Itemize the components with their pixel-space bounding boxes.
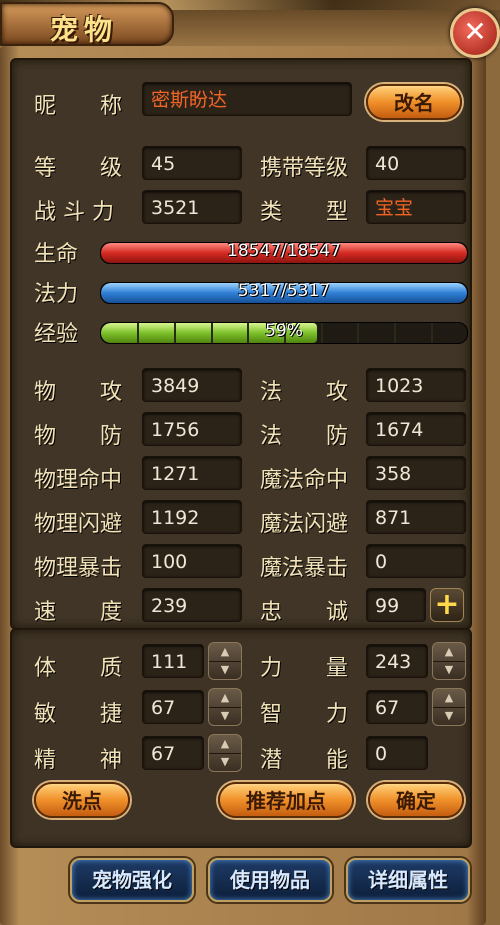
stat-label: 魔法闪避 [260, 512, 349, 537]
carry-level-value: 40 [366, 146, 466, 180]
stat-value: 100 [142, 544, 242, 578]
rename-button[interactable]: 改名 [366, 84, 462, 120]
attr-stepper[interactable]: ▲ ▼ [432, 688, 466, 726]
use-item-button[interactable]: 使用物品 [208, 858, 332, 902]
level-label: 等 级 [34, 156, 123, 181]
stat-value: 0 [366, 544, 466, 578]
mp-bar: 5317/5317 [100, 282, 468, 304]
type-label: 类 型 [260, 200, 349, 225]
loyalty-value: 99 [366, 588, 426, 622]
attr-label: 精 神 [34, 748, 123, 773]
chevron-down-icon[interactable]: ▼ [433, 707, 465, 725]
title-tab: 宠物 [0, 2, 174, 46]
nickname-label: 昵 称 [34, 94, 123, 119]
pet-enhance-button[interactable]: 宠物强化 [70, 858, 194, 902]
chevron-up-icon[interactable]: ▲ [209, 689, 241, 708]
hp-text: 18547/18547 [227, 242, 341, 261]
attr-label: 智 力 [260, 702, 349, 727]
stat-value: 3849 [142, 368, 242, 402]
stat-label: 法 防 [260, 424, 349, 449]
confirm-button[interactable]: 确定 [368, 782, 464, 818]
attr-label: 力 量 [260, 656, 349, 681]
mp-label: 法力 [34, 282, 79, 307]
speed-label: 速 度 [34, 600, 123, 625]
attr-stepper[interactable]: ▲ ▼ [208, 642, 242, 680]
exp-label: 经验 [34, 322, 79, 347]
stat-label: 物理闪避 [34, 512, 123, 537]
exp-text: 59% [265, 322, 303, 341]
stat-label: 物 攻 [34, 380, 123, 405]
stat-value: 1674 [366, 412, 466, 446]
type-value: 宝宝 [366, 190, 466, 224]
stat-label: 物理命中 [34, 468, 123, 493]
power-label: 战 斗 力 [34, 200, 114, 225]
power-value: 3521 [142, 190, 242, 224]
stats-panel: 昵 称 密斯盼达 改名 等 级 45 携带等级 40 战 斗 力 3521 类 … [10, 58, 472, 630]
stat-label: 物 防 [34, 424, 123, 449]
loyalty-label: 忠 诚 [260, 600, 349, 625]
exp-bar: 59% [100, 322, 468, 344]
carry-level-label: 携带等级 [260, 156, 349, 181]
chevron-up-icon[interactable]: ▲ [433, 643, 465, 662]
recommend-points-button[interactable]: 推荐加点 [218, 782, 354, 818]
attr-value: 67 [142, 690, 204, 724]
stat-label: 物理暴击 [34, 556, 123, 581]
reset-points-button[interactable]: 洗点 [34, 782, 130, 818]
attr-stepper[interactable]: ▲ ▼ [208, 734, 242, 772]
attr-value: 111 [142, 644, 204, 678]
add-loyalty-button[interactable]: + [430, 588, 464, 622]
chevron-down-icon[interactable]: ▼ [209, 753, 241, 771]
attr-value: 67 [142, 736, 204, 770]
stat-label: 魔法暴击 [260, 556, 349, 581]
stat-value: 1756 [142, 412, 242, 446]
level-value: 45 [142, 146, 242, 180]
attr-label: 敏 捷 [34, 702, 123, 727]
stat-value: 1271 [142, 456, 242, 490]
chevron-up-icon[interactable]: ▲ [209, 643, 241, 662]
stat-value: 358 [366, 456, 466, 490]
attr-value: 243 [366, 644, 428, 678]
attr-stepper[interactable]: ▲ ▼ [208, 688, 242, 726]
stat-label: 魔法命中 [260, 468, 349, 493]
speed-value: 239 [142, 588, 242, 622]
attribute-panel: 体 质 111 ▲ ▼ 力 量 243 ▲ ▼ 敏 捷 67 ▲ ▼ 智 力 67 ▲… [10, 628, 472, 848]
chevron-down-icon[interactable]: ▼ [433, 661, 465, 679]
attr-stepper[interactable]: ▲ ▼ [432, 642, 466, 680]
stat-value: 1023 [366, 368, 466, 402]
hp-label: 生命 [34, 242, 79, 267]
potential-label: 潜 能 [260, 748, 349, 773]
detail-attributes-button[interactable]: 详细属性 [346, 858, 470, 902]
attr-value: 67 [366, 690, 428, 724]
chevron-down-icon[interactable]: ▼ [209, 661, 241, 679]
mp-text: 5317/5317 [237, 282, 331, 301]
stat-value: 1192 [142, 500, 242, 534]
window-title: 宠物 [50, 13, 119, 46]
attr-label: 体 质 [34, 656, 123, 681]
stat-label: 法 攻 [260, 380, 349, 405]
potential-value: 0 [366, 736, 428, 770]
nickname-field[interactable]: 密斯盼达 [142, 82, 352, 116]
hp-bar: 18547/18547 [100, 242, 468, 264]
chevron-up-icon[interactable]: ▲ [433, 689, 465, 708]
stat-value: 871 [366, 500, 466, 534]
chevron-down-icon[interactable]: ▼ [209, 707, 241, 725]
close-icon[interactable]: ✕ [450, 8, 500, 58]
chevron-up-icon[interactable]: ▲ [209, 735, 241, 754]
